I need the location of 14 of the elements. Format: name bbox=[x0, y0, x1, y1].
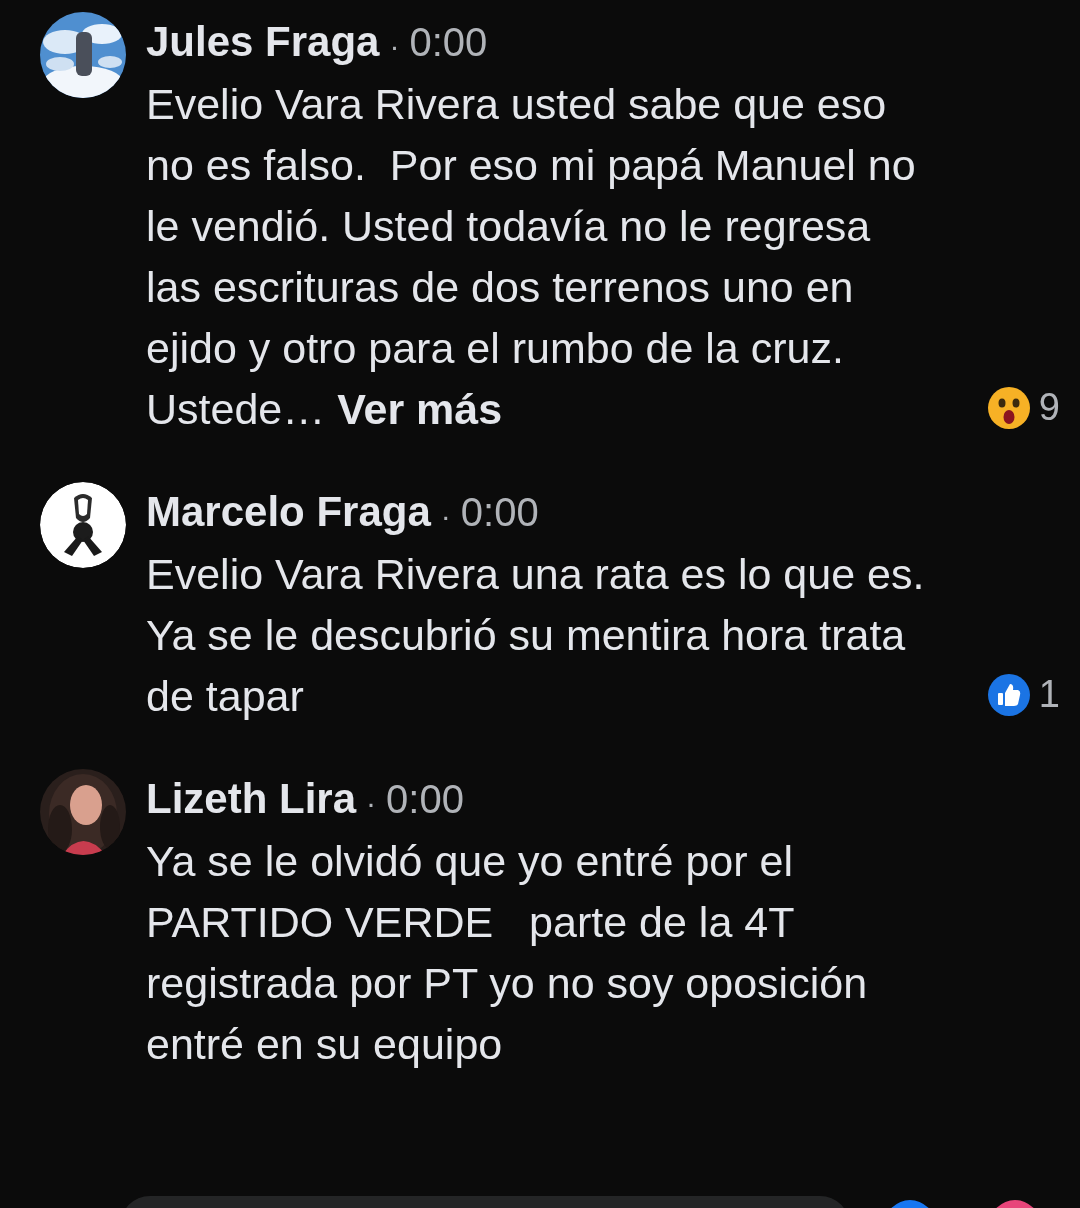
comment-text: Evelio Vara Rivera una rata es lo que es. Ya se le descubrió su mentira hora trata de tapar bbox=[146, 549, 926, 722]
comment-time: 0:00 bbox=[409, 19, 488, 66]
author-name[interactable]: Marcelo Fraga bbox=[146, 484, 431, 540]
dot-separator: · bbox=[366, 785, 377, 821]
comment-text: Evelio Vara Rivera usted sabe que eso no es falso. Por eso mi papá Manuel no le vendió. Usted todavía no le regresa las escrituras de dos terrenos uno en ejido y otro para el rumbo de la cruz. Ustede… Ver más bbox=[146, 79, 917, 435]
reaction-count: 9 bbox=[1038, 385, 1060, 430]
comment-time: 0:00 bbox=[386, 776, 464, 823]
reaction-count: 1 bbox=[1038, 672, 1060, 717]
dot-separator: · bbox=[389, 28, 400, 64]
dot-separator: · bbox=[440, 498, 451, 534]
author-name[interactable]: Jules Fraga bbox=[146, 14, 380, 70]
comment-text: Ya se le olvidó que yo entré por el PARTIDO VERDE parte de la 4T registrada por PT yo no soy oposición entré en su equipo bbox=[146, 836, 869, 1070]
author-name[interactable]: Lizeth Lira bbox=[146, 771, 357, 827]
comment-time: 0:00 bbox=[460, 489, 539, 536]
